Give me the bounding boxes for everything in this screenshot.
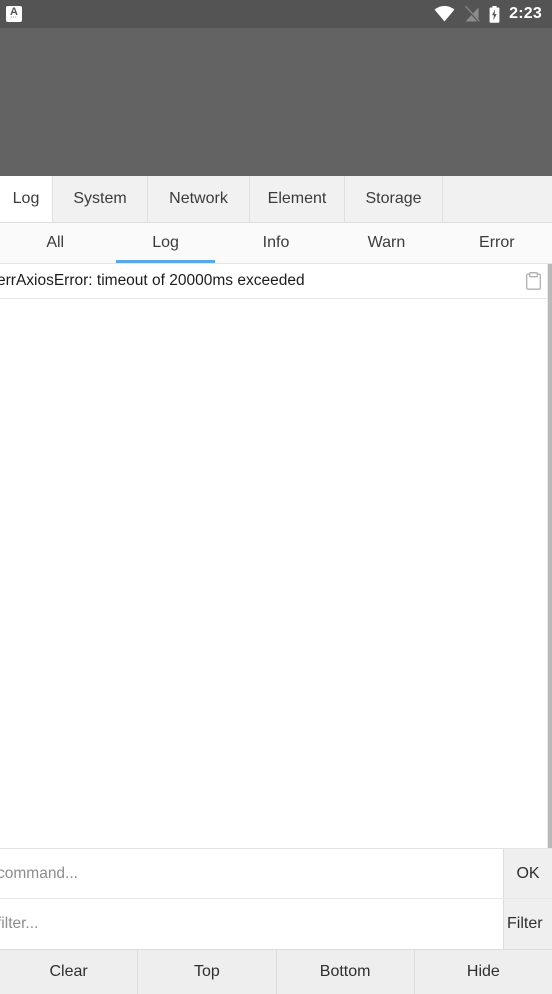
status-bar-clock: 2:23 bbox=[509, 5, 542, 22]
bottom-button[interactable]: Bottom bbox=[277, 950, 415, 994]
app-badge-dots: ··· bbox=[10, 15, 18, 21]
level-tab-warn-label: Warn bbox=[367, 234, 406, 251]
webview-content-area bbox=[0, 28, 552, 176]
filter-input[interactable] bbox=[0, 899, 503, 949]
log-entry-row[interactable]: errAxiosError: timeout of 20000ms exceed… bbox=[0, 264, 552, 299]
app-notification-icon: A ··· bbox=[6, 6, 22, 22]
log-list-scrollbar-thumb[interactable] bbox=[548, 264, 552, 848]
tab-bar-filler bbox=[443, 176, 552, 222]
log-list-scrollbar[interactable] bbox=[547, 264, 552, 848]
android-status-bar: A ··· 2:23 bbox=[0, 0, 552, 28]
bottom-action-bar: Clear Top Bottom Hide bbox=[0, 950, 552, 994]
tab-log[interactable]: Log bbox=[0, 176, 53, 222]
top-button[interactable]: Top bbox=[138, 950, 277, 994]
command-input[interactable] bbox=[0, 849, 503, 899]
level-tab-all-label: All bbox=[46, 234, 65, 251]
level-tab-log[interactable]: Log bbox=[110, 223, 220, 263]
level-tab-all[interactable]: All bbox=[0, 223, 110, 263]
tab-network[interactable]: Network bbox=[148, 176, 250, 222]
tab-element[interactable]: Element bbox=[250, 176, 345, 222]
command-ok-button[interactable]: OK bbox=[503, 849, 552, 898]
filter-row: Filter bbox=[0, 899, 552, 950]
log-entry-text: errAxiosError: timeout of 20000ms exceed… bbox=[0, 272, 305, 289]
clear-button[interactable]: Clear bbox=[0, 950, 139, 994]
level-tab-log-label: Log bbox=[152, 234, 179, 251]
clipboard-icon[interactable] bbox=[516, 264, 550, 298]
status-bar-notifications: A ··· bbox=[6, 6, 434, 22]
log-level-tab-bar: All Log Info Warn Error bbox=[0, 223, 552, 264]
battery-charging-icon bbox=[489, 5, 500, 23]
log-list[interactable]: errAxiosError: timeout of 20000ms exceed… bbox=[0, 264, 552, 848]
wifi-icon bbox=[434, 6, 455, 22]
devtools-tab-bar: Log System Network Element Storage bbox=[0, 176, 552, 223]
command-row: OK bbox=[0, 848, 552, 899]
level-tab-error[interactable]: Error bbox=[442, 223, 552, 263]
tab-system[interactable]: System bbox=[53, 176, 148, 222]
level-tab-info[interactable]: Info bbox=[221, 223, 331, 263]
level-tab-info-label: Info bbox=[262, 234, 290, 251]
hide-button[interactable]: Hide bbox=[415, 950, 552, 994]
level-tab-log-indicator bbox=[116, 260, 215, 263]
filter-submit-button[interactable]: Filter bbox=[503, 899, 552, 949]
level-tab-error-label: Error bbox=[479, 234, 515, 251]
level-tab-warn[interactable]: Warn bbox=[331, 223, 441, 263]
status-bar-system-icons: 2:23 bbox=[434, 0, 542, 28]
tab-storage[interactable]: Storage bbox=[345, 176, 443, 222]
no-sim-icon bbox=[464, 5, 481, 23]
